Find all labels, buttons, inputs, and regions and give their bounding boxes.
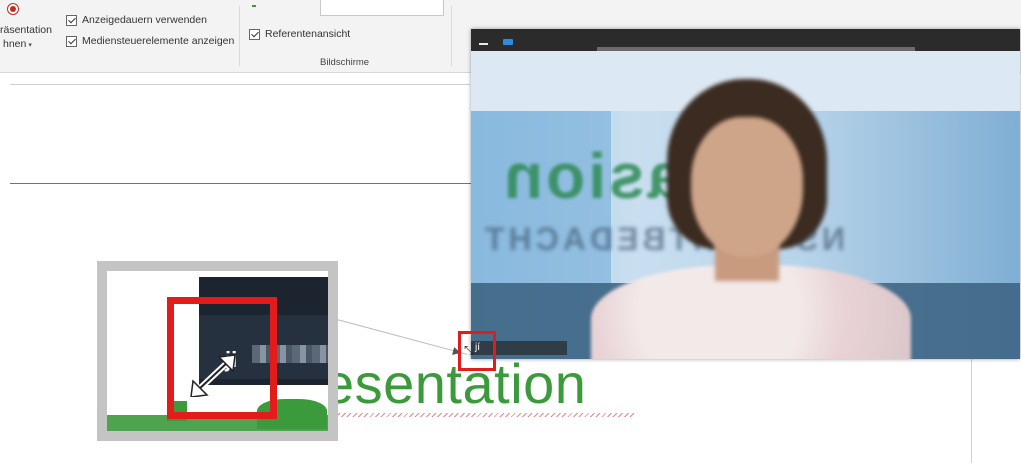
- slide-title-text[interactable]: esentation: [323, 352, 586, 416]
- monitor-select[interactable]: [320, 0, 444, 16]
- callout-line: [336, 319, 468, 355]
- group-separator: [451, 6, 452, 66]
- checkbox-checked-icon[interactable]: [66, 14, 77, 26]
- use-timings-checkbox[interactable]: Anzeigedauern verwenden: [66, 14, 207, 26]
- video-call-window[interactable]: metasion NS LICHTBEDACHT jí: [471, 29, 1020, 359]
- zoom-inset: ji: [97, 261, 338, 441]
- group-separator: [239, 6, 240, 66]
- record-presentation-label2: hnen: [3, 38, 27, 50]
- video-app-icon[interactable]: [503, 39, 513, 45]
- checkbox-checked-icon[interactable]: [66, 35, 77, 47]
- video-feed: metasion NS LICHTBEDACHT jí: [471, 51, 1020, 359]
- show-media-controls-checkbox[interactable]: Mediensteuerelemente anzeigen: [66, 35, 234, 47]
- chevron-down-icon: ▾: [28, 42, 32, 49]
- spellcheck-underline: [325, 413, 635, 417]
- record-presentation-dropdown[interactable]: hnen ▾: [3, 38, 32, 50]
- presenter-view-checkbox[interactable]: Referentenansicht: [249, 28, 350, 40]
- record-icon[interactable]: [7, 3, 19, 15]
- zoom-inset-content: ji: [107, 271, 328, 431]
- minimize-icon[interactable]: [479, 43, 488, 45]
- use-timings-label: Anzeigedauern verwenden: [82, 14, 207, 26]
- monitor-icon: [252, 5, 256, 7]
- resize-cursor-icon: ⤡: [464, 343, 474, 357]
- person-face: [691, 117, 803, 257]
- show-media-controls-label: Mediensteuerelemente anzeigen: [82, 35, 235, 47]
- record-presentation-label[interactable]: räsentation: [0, 24, 52, 36]
- slide-border: [971, 358, 972, 463]
- monitors-group-label: Bildschirme: [320, 57, 370, 68]
- video-titlebar[interactable]: [471, 29, 1020, 51]
- slide-title-underline: [10, 183, 472, 184]
- zoom-highlight-box: [167, 297, 277, 419]
- checkbox-checked-icon[interactable]: [249, 28, 260, 40]
- slide-edge: [10, 84, 470, 85]
- presenter-view-label: Referentenansicht: [265, 28, 351, 40]
